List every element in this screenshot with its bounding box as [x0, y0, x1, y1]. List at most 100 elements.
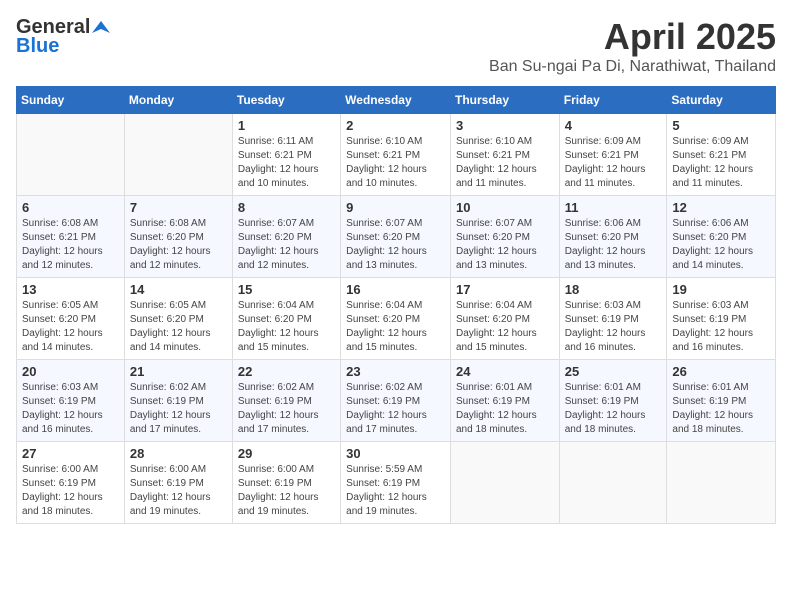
weekday-header-monday: Monday: [124, 87, 232, 114]
day-number: 4: [565, 118, 662, 133]
calendar-cell: 15 Sunrise: 6:04 AM Sunset: 6:20 PM Dayli…: [232, 278, 340, 360]
day-number: 7: [130, 200, 227, 215]
day-info: Sunrise: 6:09 AM Sunset: 6:21 PM Dayligh…: [672, 135, 770, 191]
day-number: 22: [238, 364, 335, 379]
calendar-table: SundayMondayTuesdayWednesdayThursdayFrid…: [16, 86, 776, 524]
logo-bird-icon: [92, 19, 110, 37]
calendar-cell: [17, 114, 125, 196]
week-row-3: 13 Sunrise: 6:05 AM Sunset: 6:20 PM Dayli…: [17, 278, 776, 360]
day-info: Sunrise: 6:03 AM Sunset: 6:19 PM Dayligh…: [672, 299, 770, 355]
day-number: 18: [565, 282, 662, 297]
calendar-cell: 16 Sunrise: 6:04 AM Sunset: 6:20 PM Dayli…: [341, 278, 451, 360]
location-subtitle: Ban Su-ngai Pa Di, Narathiwat, Thailand: [489, 58, 776, 76]
calendar-cell: 9 Sunrise: 6:07 AM Sunset: 6:20 PM Daylig…: [341, 196, 451, 278]
week-row-2: 6Sunrise: 6:08 AM Sunset: 6:21 PM Daylig…: [17, 196, 776, 278]
day-number: 10: [456, 200, 554, 215]
logo: General Blue: [16, 16, 110, 58]
day-number: 30: [346, 446, 445, 461]
day-info: Sunrise: 6:01 AM Sunset: 6:19 PM Dayligh…: [672, 381, 770, 437]
day-info: Sunrise: 6:03 AM Sunset: 6:19 PM Dayligh…: [22, 381, 119, 437]
calendar-cell: 26 Sunrise: 6:01 AM Sunset: 6:19 PM Dayli…: [667, 360, 776, 442]
calendar-cell: [124, 114, 232, 196]
calendar-cell: [559, 442, 667, 524]
day-info: Sunrise: 6:10 AM Sunset: 6:21 PM Dayligh…: [456, 135, 554, 191]
day-number: 27: [22, 446, 119, 461]
calendar-cell: 8 Sunrise: 6:07 AM Sunset: 6:20 PM Daylig…: [232, 196, 340, 278]
day-info: Sunrise: 6:07 AM Sunset: 6:20 PM Dayligh…: [238, 217, 335, 273]
calendar-cell: [450, 442, 559, 524]
calendar-cell: 28Sunrise: 6:00 AM Sunset: 6:19 PM Dayli…: [124, 442, 232, 524]
header: General Blue April 2025 Ban Su-ngai Pa D…: [16, 16, 776, 76]
day-info: Sunrise: 6:01 AM Sunset: 6:19 PM Dayligh…: [565, 381, 662, 437]
day-number: 28: [130, 446, 227, 461]
calendar-cell: 11 Sunrise: 6:06 AM Sunset: 6:20 PM Dayli…: [559, 196, 667, 278]
day-number: 12: [672, 200, 770, 215]
day-number: 17: [456, 282, 554, 297]
day-number: 2: [346, 118, 445, 133]
day-info: Sunrise: 6:02 AM Sunset: 6:19 PM Dayligh…: [238, 381, 335, 437]
calendar-cell: 4Sunrise: 6:09 AM Sunset: 6:21 PM Daylig…: [559, 114, 667, 196]
weekday-header-sunday: Sunday: [17, 87, 125, 114]
day-info: Sunrise: 6:06 AM Sunset: 6:20 PM Dayligh…: [565, 217, 662, 273]
calendar-cell: 18 Sunrise: 6:03 AM Sunset: 6:19 PM Dayli…: [559, 278, 667, 360]
calendar-cell: [667, 442, 776, 524]
calendar-cell: 19 Sunrise: 6:03 AM Sunset: 6:19 PM Dayli…: [667, 278, 776, 360]
week-row-4: 20 Sunrise: 6:03 AM Sunset: 6:19 PM Dayli…: [17, 360, 776, 442]
day-number: 3: [456, 118, 554, 133]
day-number: 29: [238, 446, 335, 461]
calendar-cell: 29Sunrise: 6:00 AM Sunset: 6:19 PM Dayli…: [232, 442, 340, 524]
calendar-cell: 10Sunrise: 6:07 AM Sunset: 6:20 PM Dayli…: [450, 196, 559, 278]
week-row-5: 27 Sunrise: 6:00 AM Sunset: 6:19 PM Dayli…: [17, 442, 776, 524]
day-info: Sunrise: 6:08 AM Sunset: 6:21 PM Dayligh…: [22, 217, 119, 273]
day-info: Sunrise: 6:08 AM Sunset: 6:20 PM Dayligh…: [130, 217, 227, 273]
calendar-cell: 5 Sunrise: 6:09 AM Sunset: 6:21 PM Daylig…: [667, 114, 776, 196]
day-number: 8: [238, 200, 335, 215]
day-number: 16: [346, 282, 445, 297]
month-title: April 2025: [489, 16, 776, 58]
day-info: Sunrise: 6:04 AM Sunset: 6:20 PM Dayligh…: [238, 299, 335, 355]
calendar-cell: 23 Sunrise: 6:02 AM Sunset: 6:19 PM Dayli…: [341, 360, 451, 442]
day-number: 26: [672, 364, 770, 379]
calendar-cell: 21 Sunrise: 6:02 AM Sunset: 6:19 PM Dayli…: [124, 360, 232, 442]
day-info: Sunrise: 6:07 AM Sunset: 6:20 PM Dayligh…: [346, 217, 445, 273]
day-number: 13: [22, 282, 119, 297]
day-number: 24: [456, 364, 554, 379]
day-info: Sunrise: 6:03 AM Sunset: 6:19 PM Dayligh…: [565, 299, 662, 355]
day-number: 9: [346, 200, 445, 215]
week-row-1: 1Sunrise: 6:11 AM Sunset: 6:21 PM Daylig…: [17, 114, 776, 196]
calendar-cell: 22 Sunrise: 6:02 AM Sunset: 6:19 PM Dayli…: [232, 360, 340, 442]
day-info: Sunrise: 6:02 AM Sunset: 6:19 PM Dayligh…: [130, 381, 227, 437]
weekday-header-tuesday: Tuesday: [232, 87, 340, 114]
title-area: April 2025 Ban Su-ngai Pa Di, Narathiwat…: [489, 16, 776, 76]
weekday-header-wednesday: Wednesday: [341, 87, 451, 114]
day-info: Sunrise: 6:04 AM Sunset: 6:20 PM Dayligh…: [346, 299, 445, 355]
calendar-cell: 6Sunrise: 6:08 AM Sunset: 6:21 PM Daylig…: [17, 196, 125, 278]
day-number: 20: [22, 364, 119, 379]
calendar-cell: 1Sunrise: 6:11 AM Sunset: 6:21 PM Daylig…: [232, 114, 340, 196]
day-info: Sunrise: 6:05 AM Sunset: 6:20 PM Dayligh…: [22, 299, 119, 355]
day-info: Sunrise: 6:11 AM Sunset: 6:21 PM Dayligh…: [238, 135, 335, 191]
day-info: Sunrise: 6:04 AM Sunset: 6:20 PM Dayligh…: [456, 299, 554, 355]
day-number: 14: [130, 282, 227, 297]
day-number: 23: [346, 364, 445, 379]
day-info: Sunrise: 6:02 AM Sunset: 6:19 PM Dayligh…: [346, 381, 445, 437]
calendar-cell: 13 Sunrise: 6:05 AM Sunset: 6:20 PM Dayli…: [17, 278, 125, 360]
logo-blue: Blue: [16, 35, 59, 58]
calendar-cell: 24 Sunrise: 6:01 AM Sunset: 6:19 PM Dayli…: [450, 360, 559, 442]
day-info: Sunrise: 6:05 AM Sunset: 6:20 PM Dayligh…: [130, 299, 227, 355]
day-number: 5: [672, 118, 770, 133]
day-info: Sunrise: 6:10 AM Sunset: 6:21 PM Dayligh…: [346, 135, 445, 191]
day-info: Sunrise: 6:01 AM Sunset: 6:19 PM Dayligh…: [456, 381, 554, 437]
day-number: 21: [130, 364, 227, 379]
weekday-header-thursday: Thursday: [450, 87, 559, 114]
day-number: 25: [565, 364, 662, 379]
day-number: 11: [565, 200, 662, 215]
day-number: 19: [672, 282, 770, 297]
day-info: Sunrise: 6:06 AM Sunset: 6:20 PM Dayligh…: [672, 217, 770, 273]
day-number: 15: [238, 282, 335, 297]
day-info: Sunrise: 6:00 AM Sunset: 6:19 PM Dayligh…: [22, 463, 119, 519]
calendar-cell: 12 Sunrise: 6:06 AM Sunset: 6:20 PM Dayli…: [667, 196, 776, 278]
calendar-cell: 7 Sunrise: 6:08 AM Sunset: 6:20 PM Daylig…: [124, 196, 232, 278]
weekday-header-friday: Friday: [559, 87, 667, 114]
calendar-cell: 20 Sunrise: 6:03 AM Sunset: 6:19 PM Dayli…: [17, 360, 125, 442]
